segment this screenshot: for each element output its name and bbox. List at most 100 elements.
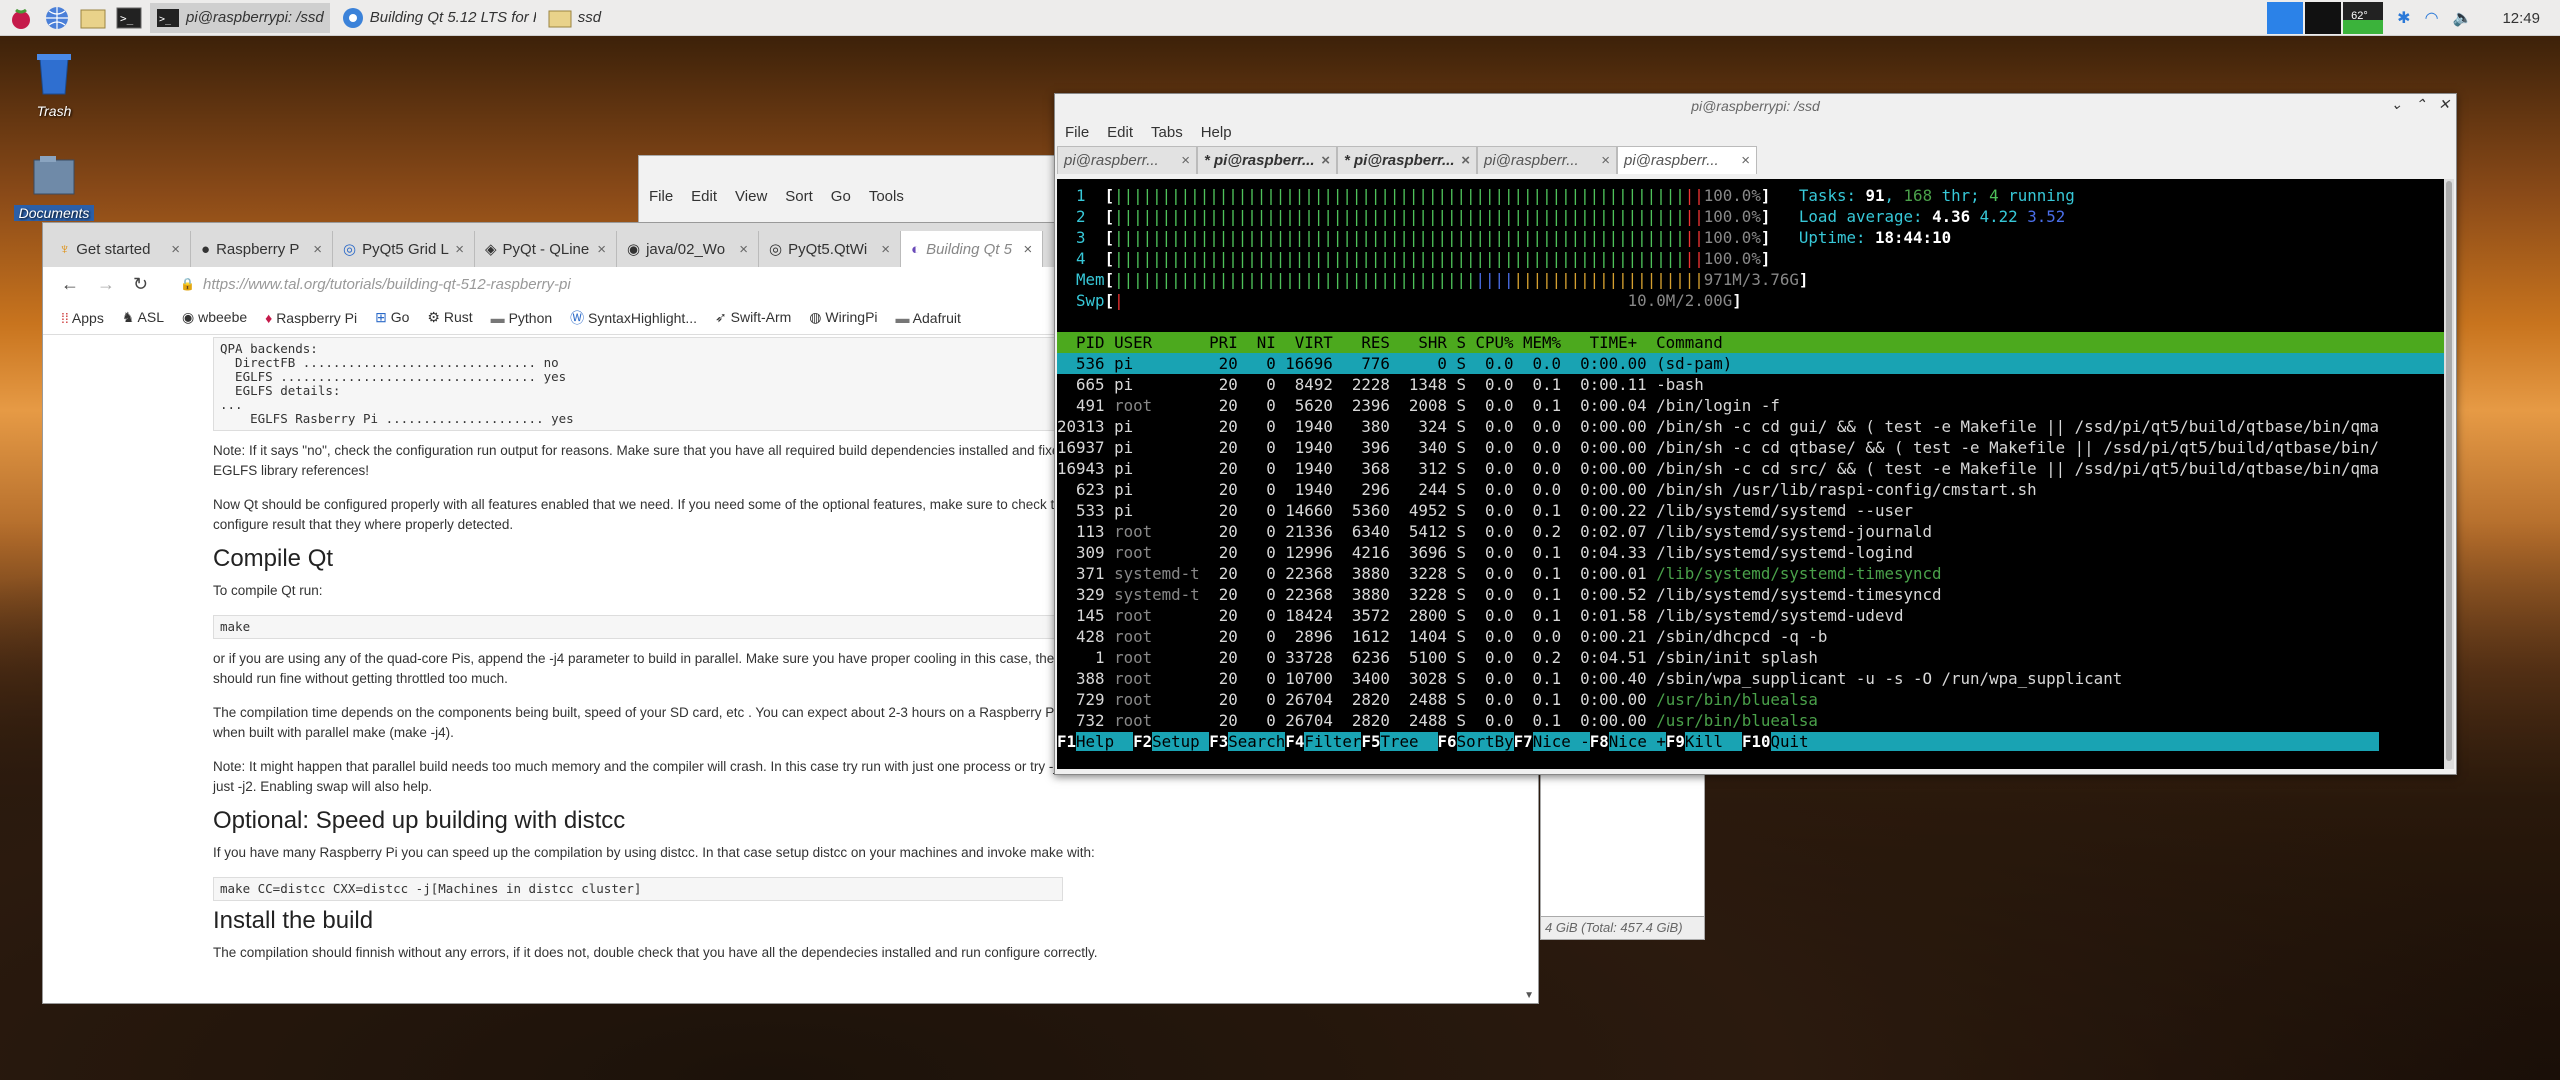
- process-row[interactable]: 371 systemd-t 20 0 22368 3880 3228 S 0.0…: [1057, 564, 1942, 583]
- close-tab-icon[interactable]: ×: [313, 241, 322, 258]
- fkey[interactable]: F4Filter: [1285, 732, 1362, 751]
- process-row[interactable]: 145 root 20 0 18424 3572 2800 S 0.0 0.1 …: [1057, 606, 1903, 625]
- workspace-1[interactable]: [2267, 2, 2304, 34]
- fm-menu-go[interactable]: Go: [831, 188, 851, 205]
- browser-tab[interactable]: ◎ PyQt5 Grid L ×: [333, 231, 475, 267]
- process-row[interactable]: 533 pi 20 0 14660 5360 4952 S 0.0 0.1 0:…: [1057, 501, 1913, 520]
- close-tab-icon[interactable]: ×: [881, 241, 890, 258]
- browser-tab[interactable]: ◉ java/02_Wo ×: [617, 231, 759, 267]
- documents-desktop-icon[interactable]: Documents: [14, 152, 94, 221]
- close-icon[interactable]: ✕: [2438, 96, 2450, 113]
- menu-tabs[interactable]: Tabs: [1151, 124, 1183, 141]
- process-row[interactable]: 623 pi 20 0 1940 296 244 S 0.0 0.0 0:00.…: [1057, 480, 2037, 499]
- process-row[interactable]: 20313 pi 20 0 1940 380 324 S 0.0 0.0 0:0…: [1057, 417, 2379, 436]
- fm-menu-edit[interactable]: Edit: [691, 188, 717, 205]
- process-row[interactable]: 329 systemd-t 20 0 22368 3880 3228 S 0.0…: [1057, 585, 1942, 604]
- close-tab-icon[interactable]: ×: [597, 241, 606, 258]
- minimize-icon[interactable]: ⌄: [2391, 96, 2403, 113]
- trash-desktop-icon[interactable]: Trash: [14, 50, 94, 119]
- browser-tab[interactable]: ● Raspberry P ×: [191, 231, 333, 267]
- fm-menu-view[interactable]: View: [735, 188, 767, 205]
- terminal-launcher-icon[interactable]: >_: [114, 3, 144, 33]
- bluetooth-icon[interactable]: ✱: [2397, 8, 2410, 28]
- close-tab-icon[interactable]: ×: [1181, 152, 1190, 169]
- close-tab-icon[interactable]: ×: [171, 241, 180, 258]
- process-row[interactable]: 113 root 20 0 21336 6340 5412 S 0.0 0.2 …: [1057, 522, 1932, 541]
- close-tab-icon[interactable]: ×: [1741, 152, 1750, 169]
- file-manager-launcher-icon[interactable]: [78, 3, 108, 33]
- cpu-monitor[interactable]: 62°: [2343, 2, 2384, 34]
- reload-icon[interactable]: ↻: [133, 274, 148, 295]
- menu-file[interactable]: File: [1065, 124, 1089, 141]
- browser-tab[interactable]: ◎ PyQt5.QtWi ×: [759, 231, 901, 267]
- bookmark-swift-arm[interactable]: ➶ Swift-Arm: [715, 309, 791, 326]
- process-row[interactable]: 732 root 20 0 26704 2820 2488 S 0.0 0.1 …: [1057, 711, 1818, 730]
- process-row[interactable]: 388 root 20 0 10700 3400 3028 S 0.0 0.1 …: [1057, 669, 2122, 688]
- close-tab-icon[interactable]: ×: [1461, 152, 1470, 169]
- process-row[interactable]: 309 root 20 0 12996 4216 3696 S 0.0 0.1 …: [1057, 543, 1913, 562]
- bookmark-wbeebe[interactable]: ◉ wbeebe: [182, 309, 247, 326]
- process-row[interactable]: 665 pi 20 0 8492 2228 1348 S 0.0 0.1 0:0…: [1057, 375, 1704, 394]
- close-tab-icon[interactable]: ×: [1023, 241, 1032, 258]
- bookmark-syntaxhighlight[interactable]: Ⓦ SyntaxHighlight...: [570, 308, 697, 328]
- close-tab-icon[interactable]: ×: [1601, 152, 1610, 169]
- bookmark-asl[interactable]: ♞ ASL: [122, 309, 164, 326]
- task-chromium[interactable]: Building Qt 5.12 LTS for R...: [336, 3, 536, 33]
- process-row[interactable]: 729 root 20 0 26704 2820 2488 S 0.0 0.1 …: [1057, 690, 1818, 709]
- menu-edit[interactable]: Edit: [1107, 124, 1133, 141]
- terminal-tab[interactable]: * pi@raspberr... ×: [1337, 146, 1477, 174]
- forward-icon[interactable]: →: [97, 274, 115, 295]
- back-icon[interactable]: ←: [61, 274, 79, 295]
- bookmark-adafruit[interactable]: ▬ Adafruit: [896, 310, 961, 326]
- close-tab-icon[interactable]: ×: [455, 241, 464, 258]
- fm-menu-file[interactable]: File: [649, 188, 673, 205]
- browser-launcher-icon[interactable]: [42, 3, 72, 33]
- bookmark-python[interactable]: ▬ Python: [491, 310, 552, 326]
- htop-screen[interactable]: 1 [|||||||||||||||||||||||||||||||||||||…: [1057, 179, 2445, 769]
- menu-help[interactable]: Help: [1201, 124, 1232, 141]
- fkey[interactable]: F1Help: [1057, 732, 1134, 751]
- fkey[interactable]: F9Kill: [1666, 732, 1742, 751]
- scroll-down-arrow-icon[interactable]: ▼: [1524, 990, 1534, 1001]
- fkey[interactable]: F5Tree: [1361, 732, 1438, 751]
- fkey[interactable]: F10Quit: [1742, 732, 1809, 751]
- url-field[interactable]: https://www.tal.org/tutorials/building-q…: [203, 276, 571, 293]
- terminal-scrollbar[interactable]: [2444, 179, 2454, 769]
- bookmark-apps[interactable]: ⁞⁞ Apps: [61, 310, 104, 326]
- clock[interactable]: 12:49: [2502, 10, 2540, 27]
- bookmark-go[interactable]: ⊞ Go: [375, 309, 409, 326]
- task-terminal[interactable]: >_ pi@raspberrypi: /ssd: [150, 2, 330, 33]
- fkey[interactable]: F8Nice +: [1590, 732, 1666, 751]
- process-row[interactable]: 16937 pi 20 0 1940 396 340 S 0.0 0.0 0:0…: [1057, 438, 2379, 457]
- close-tab-icon[interactable]: ×: [1321, 152, 1330, 169]
- process-table-header[interactable]: PID USER PRI NI VIRT RES SHR S CPU% MEM%…: [1057, 332, 2445, 353]
- browser-tab[interactable]: ♆ Get started ×: [49, 231, 191, 267]
- fkey[interactable]: F6SortBy: [1438, 732, 1514, 751]
- browser-tab[interactable]: ◈ PyQt - QLine ×: [475, 231, 617, 267]
- task-file-manager[interactable]: ssd: [542, 3, 607, 33]
- fkey[interactable]: F2Setup: [1133, 732, 1210, 751]
- process-row[interactable]: 428 root 20 0 2896 1612 1404 S 0.0 0.0 0…: [1057, 627, 1827, 646]
- maximize-icon[interactable]: ⌃: [2415, 96, 2427, 113]
- fm-menu-tools[interactable]: Tools: [869, 188, 904, 205]
- process-row[interactable]: 491 root 20 0 5620 2396 2008 S 0.0 0.1 0…: [1057, 396, 1780, 415]
- raspberry-menu-icon[interactable]: [6, 3, 36, 33]
- wifi-icon[interactable]: ◠: [2425, 8, 2439, 28]
- volume-icon[interactable]: 🔈: [2453, 8, 2473, 28]
- process-row-selected[interactable]: 536 pi 20 0 16696 776 0 S 0.0 0.0 0:00.0…: [1057, 353, 2445, 374]
- browser-tab-active[interactable]: ◐ Building Qt 5 ×: [901, 231, 1043, 267]
- fkey[interactable]: F3Search: [1209, 732, 1286, 751]
- terminal-tab[interactable]: pi@raspberr... ×: [1477, 146, 1617, 174]
- bookmark-wiringpi[interactable]: ◍ WiringPi: [809, 309, 877, 326]
- process-row[interactable]: 1 root 20 0 33728 6236 5100 S 0.0 0.2 0:…: [1057, 648, 1818, 667]
- bookmark-raspberry-pi[interactable]: ♦ Raspberry Pi: [265, 310, 357, 326]
- bookmark-rust[interactable]: ⚙ Rust: [427, 309, 472, 326]
- terminal-tab[interactable]: * pi@raspberr... ×: [1197, 146, 1337, 174]
- terminal-tab[interactable]: pi@raspberr... ×: [1057, 146, 1197, 174]
- workspace-2[interactable]: [2305, 2, 2342, 34]
- process-row[interactable]: 16943 pi 20 0 1940 368 312 S 0.0 0.0 0:0…: [1057, 459, 2379, 478]
- fkey[interactable]: F7Nice -: [1514, 732, 1590, 751]
- fm-menu-sort[interactable]: Sort: [785, 188, 813, 205]
- close-tab-icon[interactable]: ×: [739, 241, 748, 258]
- terminal-tab-active[interactable]: pi@raspberr... ×: [1617, 146, 1757, 174]
